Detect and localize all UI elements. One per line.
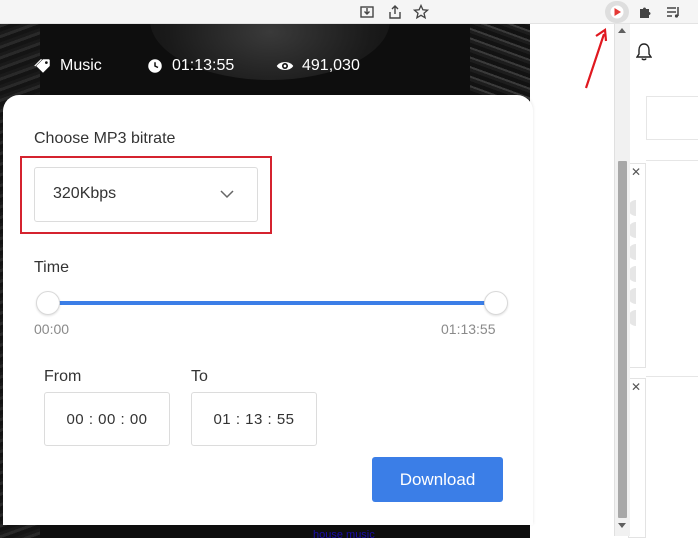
video-views-label: 491,030 xyxy=(302,57,360,74)
eye-icon xyxy=(276,57,302,75)
ad-card: ✕ xyxy=(628,163,646,368)
video-duration: 01:13:55 xyxy=(146,56,234,76)
from-time-input[interactable]: 00 : 00 : 00 xyxy=(44,392,170,446)
bitrate-select[interactable]: 320Kbps xyxy=(34,167,258,222)
clock-icon xyxy=(146,57,172,75)
video-category: Music xyxy=(34,56,102,76)
play-icon xyxy=(610,5,624,19)
bitrate-selected-value: 320Kbps xyxy=(53,185,117,202)
foliage-decoration xyxy=(470,20,530,100)
chevron-down-icon xyxy=(220,190,234,199)
from-label: From xyxy=(44,368,82,385)
browser-toolbar xyxy=(0,0,698,24)
download-button[interactable]: Download xyxy=(372,457,503,502)
scroll-down-icon[interactable] xyxy=(618,523,626,528)
divider xyxy=(646,160,698,161)
mp3-extension-button[interactable] xyxy=(605,1,629,23)
share-icon[interactable] xyxy=(386,3,404,21)
annotation-arrow-icon xyxy=(584,28,608,89)
range-start-handle[interactable] xyxy=(36,291,60,315)
reading-list-icon[interactable] xyxy=(664,3,682,21)
range-end-handle[interactable] xyxy=(484,291,508,315)
time-range-track[interactable] xyxy=(48,301,496,305)
scroll-up-icon[interactable] xyxy=(618,28,626,33)
to-time-input[interactable]: 01 : 13 : 55 xyxy=(191,392,317,446)
range-end-time: 01:13:55 xyxy=(441,321,496,337)
bookmark-star-icon[interactable] xyxy=(412,3,430,21)
video-views: 491,030 xyxy=(276,56,360,76)
install-app-icon[interactable] xyxy=(358,3,376,21)
sidebar-box xyxy=(646,96,698,140)
close-icon[interactable]: ✕ xyxy=(631,381,641,393)
to-label: To xyxy=(191,368,208,385)
house-music-link[interactable]: house music xyxy=(313,529,375,538)
close-icon[interactable]: ✕ xyxy=(631,166,641,178)
scrollbar-thumb[interactable] xyxy=(618,161,627,518)
bitrate-label: Choose MP3 bitrate xyxy=(34,130,176,147)
video-category-label: Music xyxy=(60,57,102,74)
bell-icon[interactable] xyxy=(635,43,653,61)
divider xyxy=(646,376,698,377)
popup-scrollbar[interactable] xyxy=(614,24,630,536)
video-duration-label: 01:13:55 xyxy=(172,57,235,74)
range-start-time: 00:00 xyxy=(34,321,70,337)
extensions-puzzle-icon[interactable] xyxy=(636,3,654,21)
time-label: Time xyxy=(34,259,69,276)
ad-card: ✕ xyxy=(628,378,646,538)
tag-icon xyxy=(34,57,60,75)
